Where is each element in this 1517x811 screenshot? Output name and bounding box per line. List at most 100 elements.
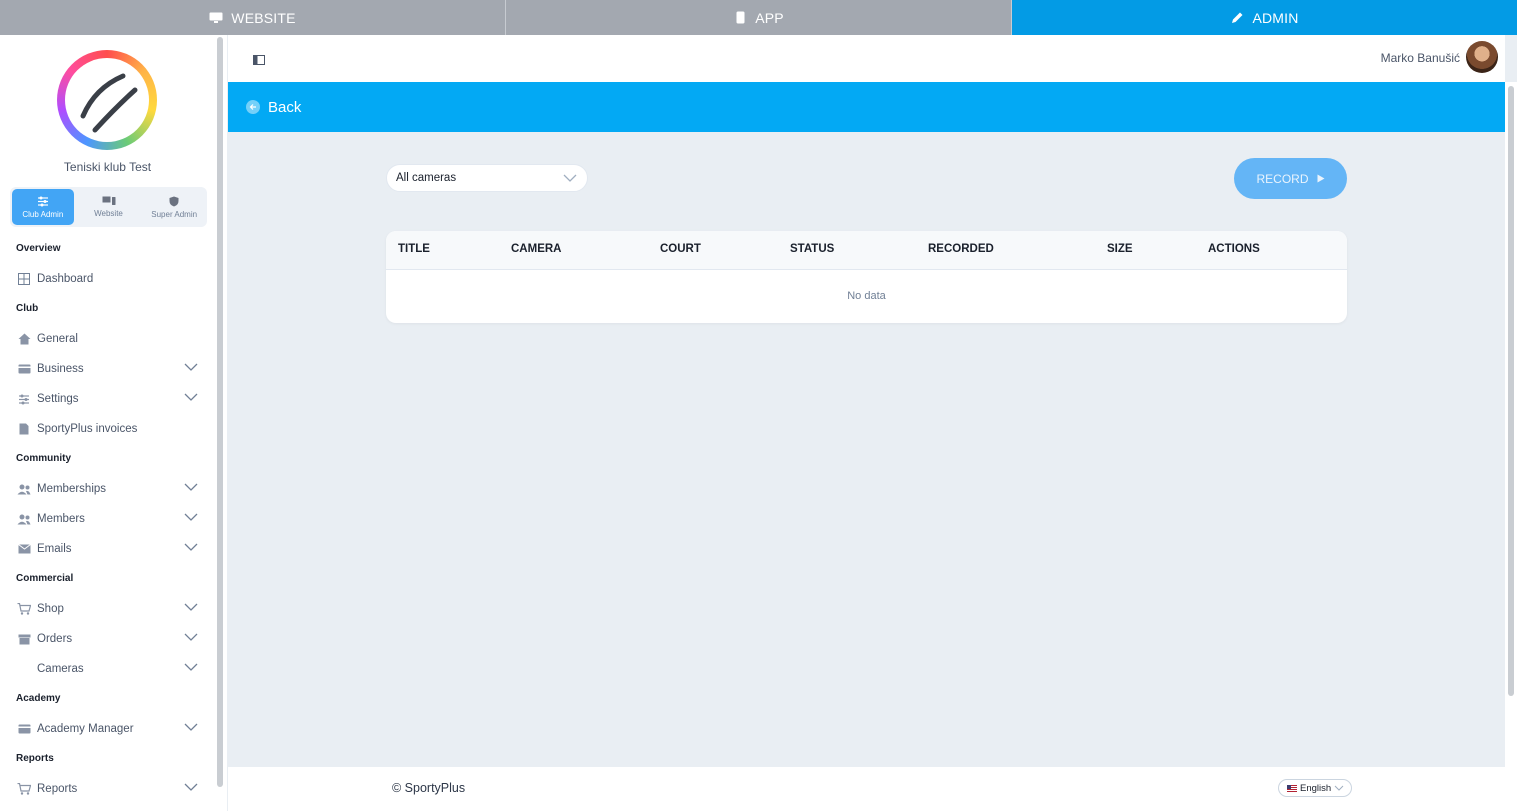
sidebar-item-label: Members	[37, 513, 85, 525]
sidebar-item-label: SportyPlus invoices	[37, 423, 138, 435]
sidebar-item-label: General	[37, 333, 78, 345]
sidebar-scrollbar[interactable]	[215, 35, 227, 811]
top-tab-bar: WEBSITE APP ADMIN	[0, 0, 1517, 35]
chevron-down-icon[interactable]	[184, 482, 198, 494]
arrow-left-icon	[246, 100, 260, 114]
tab-app-label: APP	[755, 9, 784, 26]
sliders-icon	[17, 392, 31, 406]
sidebar-item-label: Business	[37, 363, 84, 375]
chevron-down-icon[interactable]	[184, 512, 198, 524]
main-scrollbar-thumb[interactable]	[1508, 86, 1514, 696]
sidebar: Teniski klub Test Club Admin Website Sup…	[0, 35, 215, 811]
sidebar-item-memberships[interactable]: Memberships	[0, 477, 215, 501]
table-header: TITLE CAMERA COURT STATUS RECORDED SIZE …	[386, 231, 1347, 270]
club-logo	[57, 50, 157, 150]
record-label: RECORD	[1256, 171, 1309, 186]
sidebar-item-label: Reports	[37, 783, 78, 795]
sliders-icon	[37, 196, 48, 206]
sidebar-item-label: Emails	[37, 543, 72, 555]
mode-super-admin[interactable]: Super Admin	[143, 189, 205, 225]
chevron-down-icon[interactable]	[184, 662, 198, 674]
sidebar-item-members[interactable]: Members	[0, 507, 215, 531]
section-reports: Reports	[16, 753, 54, 764]
sidebar-item-label: Settings	[37, 393, 79, 405]
column-actions: ACTIONS	[1208, 243, 1260, 255]
sidebar-scrollbar-thumb[interactable]	[217, 37, 223, 787]
recordings-table: TITLE CAMERA COURT STATUS RECORDED SIZE …	[386, 231, 1347, 323]
monitor-icon	[209, 11, 223, 25]
chevron-down-icon[interactable]	[184, 392, 198, 404]
chevron-down-icon[interactable]	[184, 602, 198, 614]
copyright: © SportyPlus	[392, 781, 466, 795]
sidebar-item-label: Shop	[37, 603, 64, 615]
users-icon	[17, 482, 31, 496]
sidebar-item-business[interactable]: Business	[0, 357, 215, 381]
sidebar-item-academy-manager[interactable]: Academy Manager	[0, 717, 215, 741]
sidebar-item-invoices[interactable]: SportyPlus invoices	[0, 417, 215, 441]
language-select[interactable]: English	[1278, 779, 1352, 797]
column-title[interactable]: TITLE	[398, 243, 430, 255]
sidebar-item-dashboard[interactable]: Dashboard	[0, 267, 215, 291]
mode-club-admin-label: Club Admin	[22, 209, 64, 219]
camera-select-value: All cameras	[396, 172, 457, 184]
tennis-ball-icon	[80, 73, 138, 133]
user-name[interactable]: Marko Banušić	[1381, 51, 1460, 65]
sidebar-item-label: Orders	[37, 633, 73, 645]
column-camera[interactable]: CAMERA	[511, 243, 561, 255]
envelope-icon	[17, 542, 31, 556]
sidebar-item-reports[interactable]: Reports	[0, 777, 215, 801]
devices-icon	[102, 196, 115, 205]
mode-website-label: Website	[94, 209, 123, 218]
camera-icon	[17, 662, 31, 676]
main-scrollbar[interactable]	[1505, 82, 1517, 811]
sidebar-item-general[interactable]: General	[0, 327, 215, 351]
dashboard-icon	[17, 272, 31, 286]
column-court[interactable]: COURT	[660, 243, 701, 255]
sidebar-item-emails[interactable]: Emails	[0, 537, 215, 561]
empty-state: No data	[847, 290, 886, 302]
mode-club-admin[interactable]: Club Admin	[12, 189, 74, 225]
archive-icon	[17, 632, 31, 646]
chevron-down-icon[interactable]	[184, 362, 198, 374]
phone-icon	[733, 11, 747, 25]
footer: © SportyPlus English	[228, 767, 1505, 811]
sidebar-item-shop[interactable]: Shop	[0, 597, 215, 621]
chevron-down-icon[interactable]	[184, 782, 198, 794]
sidebar-toggle-icon[interactable]	[253, 52, 265, 70]
tab-admin[interactable]: ADMIN	[1011, 0, 1517, 35]
sidebar-item-label: Dashboard	[37, 273, 94, 285]
tab-website-label: WEBSITE	[231, 9, 296, 26]
column-recorded[interactable]: RECORDED	[928, 243, 994, 255]
sidebar-item-orders[interactable]: Orders	[0, 627, 215, 651]
language-label: English	[1300, 782, 1332, 794]
tab-website[interactable]: WEBSITE	[0, 0, 505, 35]
tab-app[interactable]: APP	[505, 0, 1011, 35]
invoice-icon	[17, 422, 31, 436]
sidebar-item-label: Memberships	[37, 483, 107, 495]
section-commercial: Commercial	[16, 573, 74, 584]
sidebar-item-cameras[interactable]: Cameras	[0, 657, 215, 681]
mode-website[interactable]: Website	[78, 189, 140, 225]
sidebar-item-settings[interactable]: Settings	[0, 387, 215, 411]
sidebar-item-label: Academy Manager	[37, 723, 134, 735]
play-icon	[1317, 172, 1325, 186]
back-button[interactable]: Back	[246, 99, 301, 116]
record-button[interactable]: RECORD	[1234, 158, 1347, 199]
chevron-down-icon[interactable]	[184, 542, 198, 554]
home-icon	[17, 332, 31, 346]
chevron-down-icon[interactable]	[184, 632, 198, 644]
back-label: Back	[268, 98, 302, 116]
column-size[interactable]: SIZE	[1107, 243, 1133, 255]
mode-switch: Club Admin Website Super Admin	[10, 187, 207, 227]
credit-card-icon	[17, 362, 31, 376]
chevron-down-icon[interactable]	[184, 722, 198, 734]
avatar[interactable]	[1466, 41, 1498, 73]
shield-icon	[169, 196, 179, 206]
chevron-down-icon	[1334, 783, 1344, 794]
us-flag-icon	[1287, 784, 1297, 792]
club-name: Teniski klub Test	[63, 160, 152, 174]
credit-card-icon	[17, 722, 31, 736]
column-status[interactable]: STATUS	[790, 243, 834, 255]
camera-select[interactable]: All cameras	[386, 164, 588, 192]
back-bar: Back	[228, 82, 1505, 132]
